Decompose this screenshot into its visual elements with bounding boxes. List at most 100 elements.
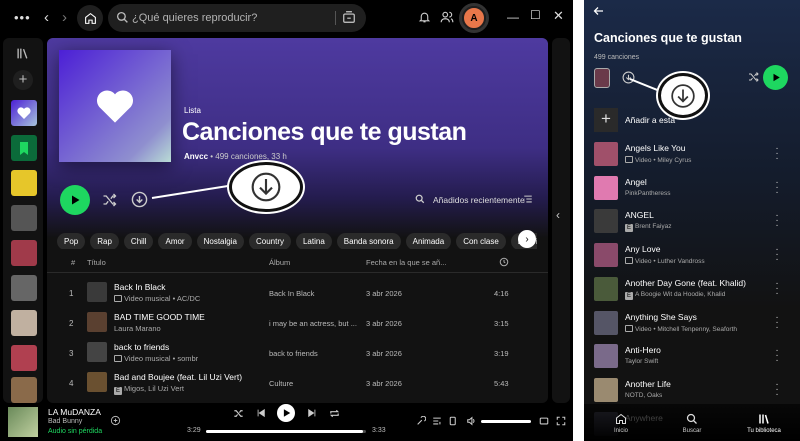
track-album[interactable]: Back In Black [269,289,314,298]
more-options-icon[interactable]: · · · [774,278,780,298]
nav-library-label[interactable]: Tu biblioteca [744,428,784,434]
track-album[interactable]: Culture [269,379,293,388]
devices-icon[interactable] [449,416,459,426]
chip-banda-sonora[interactable]: Banda sonora [336,233,401,249]
track-title[interactable]: Bad and Boujee (feat. Lil Uzi Vert) [114,372,242,382]
track-artist[interactable]: Video musical • sombr [124,354,198,363]
chip-country[interactable]: Country [248,233,291,249]
chip-chill[interactable]: Chill [123,233,154,249]
list-item[interactable]: Angels Like You Video • Miley Cyrus · · · [584,140,800,174]
table-row[interactable]: 4 Bad and Boujee (feat. Lil Uzi Vert) E Mig… [47,368,548,398]
track-artist[interactable]: Video musical • AC/DC [124,294,200,303]
chip-pop[interactable]: Pop [57,233,86,249]
play-button[interactable] [763,65,788,90]
now-playing-title[interactable]: LA MuDANZA [48,407,101,417]
column-date-added[interactable]: Fecha en la que se añ... [366,258,446,267]
playlist-thumb[interactable] [11,275,37,301]
fullscreen-icon[interactable] [556,416,566,426]
playlist-thumb[interactable] [11,240,37,266]
table-row[interactable]: 1 Back In Black Video musical • AC/DC Back … [47,278,548,308]
list-item[interactable]: Anti-Hero Taylor Swift · · · [584,342,800,376]
liked-songs-thumb[interactable] [11,100,37,126]
playlist-thumb[interactable] [11,310,37,336]
next-icon[interactable] [307,408,317,418]
bell-icon[interactable] [418,10,431,24]
add-to-library-icon[interactable] [110,415,121,426]
play-button[interactable] [60,185,90,215]
list-item[interactable]: Angel PinkPantheress · · · [584,174,800,208]
more-options-icon[interactable]: · · · [774,177,780,197]
chip-amor[interactable]: Amor [158,233,192,249]
add-songs-label[interactable]: Añadir a esta [625,115,675,125]
search-icon[interactable] [686,413,698,425]
volume-icon[interactable] [466,416,477,426]
search-bar[interactable]: ¿Qué quieres reproducir? [108,4,366,32]
track-title[interactable]: Another Day Gone (feat. Khalid) [625,278,746,288]
microphone-icon[interactable] [416,416,426,426]
playlist-thumb[interactable] [11,170,37,196]
back-arrow-icon[interactable] [593,5,605,17]
more-options-icon[interactable]: · · · [774,245,780,265]
column-title[interactable]: Título [87,258,106,267]
more-options-icon[interactable]: · · · [774,379,780,399]
expand-panel-icon[interactable]: ‹ [556,208,560,222]
track-title[interactable]: BAD TIME GOOD TIME [114,312,205,322]
sort-dropdown[interactable]: Añadidos recientemente [433,195,525,205]
menu-dots-icon[interactable]: ••• [14,10,31,25]
track-album[interactable]: i may be an actress, but ... [269,319,357,328]
playlist-thumb[interactable] [11,205,37,231]
maximize-icon[interactable]: ☐ [530,8,541,22]
library-icon[interactable] [16,47,30,60]
home-button[interactable] [77,5,103,31]
more-options-icon[interactable]: · · · [774,144,780,164]
cover-thumb[interactable] [594,68,610,88]
track-title[interactable]: Angels Like You [625,143,686,153]
mini-player-icon[interactable] [539,416,549,426]
volume-slider[interactable] [481,420,531,423]
download-icon[interactable] [622,71,635,84]
table-row[interactable]: 2 BAD TIME GOOD TIME Laura Marano i may be … [47,308,548,338]
track-title[interactable]: Anti-Hero [625,345,661,355]
nav-search-label[interactable]: Buscar [672,428,712,434]
track-title[interactable]: Angel [625,177,647,187]
playlist-thumb[interactable] [11,345,37,371]
previous-icon[interactable] [256,408,266,418]
shuffle-icon[interactable] [747,71,760,83]
track-title[interactable]: ANGEL [625,210,654,220]
search-input[interactable]: ¿Qué quieres reproducir? [132,12,257,24]
episodes-thumb[interactable] [11,135,37,161]
chip-rap[interactable]: Rap [90,233,119,249]
chip-con-clase[interactable]: Con clase [456,233,506,249]
close-icon[interactable]: ✕ [553,8,564,24]
now-playing-cover[interactable] [8,407,38,437]
nav-home-label[interactable]: Inicio [601,428,641,434]
list-view-icon[interactable] [523,194,533,204]
chip-animada[interactable]: Animada [405,233,452,249]
more-options-icon[interactable]: · · · [774,346,780,366]
table-row[interactable]: 3 back to friends Video musical • sombr bac… [47,338,548,368]
track-title[interactable]: Back In Black [114,282,166,292]
owner-name[interactable]: Anvcc [184,152,208,161]
track-title[interactable]: back to friends [114,342,169,352]
track-title[interactable]: Another Life [625,379,671,389]
track-artist[interactable]: Migos, Lil Uzi Vert [124,384,184,393]
home-icon[interactable] [615,413,627,425]
browse-icon[interactable] [342,10,356,24]
list-item[interactable]: Any Love Video • Luther Vandross · · · [584,241,800,275]
track-title[interactable]: Anything She Says [625,312,697,322]
playlist-thumb[interactable] [11,377,37,403]
chips-next-button[interactable]: › [518,230,536,248]
more-options-icon[interactable]: · · · [774,211,780,231]
list-item[interactable]: Another Day Gone (feat. Khalid) E A Boogie… [584,275,800,309]
track-title[interactable]: Any Love [625,244,660,254]
list-item[interactable]: ANGEL E Brent Faiyaz · · · [584,207,800,241]
shuffle-icon[interactable] [233,408,244,419]
forward-arrow-icon[interactable]: › [62,9,67,26]
play-pause-button[interactable] [277,404,295,422]
now-playing-artist[interactable]: Bad Bunny [48,418,82,425]
progress-bar[interactable] [206,430,366,433]
more-options-icon[interactable]: · · · [774,312,780,332]
add-songs-icon[interactable]: + [594,108,618,132]
column-album[interactable]: Álbum [269,258,290,267]
track-artist[interactable]: Laura Marano [114,324,161,333]
